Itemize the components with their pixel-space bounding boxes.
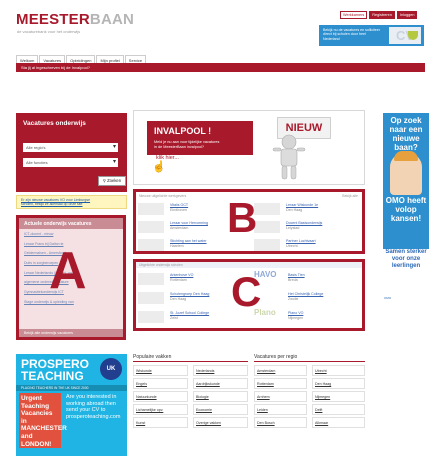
subject-link[interactable]: Natuurkunde <box>133 391 188 402</box>
cv-banner-text: Bekijk nu de vacatures en solliciteer di… <box>323 28 381 41</box>
subject-link[interactable]: Wiskunde <box>133 365 188 376</box>
subject-link[interactable]: Aardrijkskunde <box>193 378 248 389</box>
employers-view-all[interactable]: Bekijk alle <box>342 194 358 198</box>
subject-link[interactable]: Engels <box>133 378 188 389</box>
notice-box: Er zijn nieuwe vacatures VO voor Limburg… <box>16 195 127 209</box>
employer-card[interactable]: Vitalis OCT Eindhoven <box>138 201 208 219</box>
school-card[interactable]: Basis Tien Breda <box>288 271 358 289</box>
omo-ad-subline: Samen sterker voor onze leerlingen <box>385 249 427 269</box>
school-card[interactable]: Het Christelijk College Zwolle <box>288 290 358 308</box>
prospero-cta: Are you interested in working abroad the… <box>66 394 121 420</box>
vacancies-header: Actuele onderwijs vacatures <box>19 218 123 229</box>
employer-card[interactable]: Partner Luchtvaart Utrecht <box>254 237 324 255</box>
notice-text[interactable]: Sta jij al ingeschreven bij de Invalpool… <box>21 65 90 70</box>
invalpool-text: Meld je nu aan voor tijdelijke vacatures… <box>154 140 220 149</box>
toplink-inloggen[interactable]: Inloggen <box>396 11 418 19</box>
school-logo <box>138 273 164 285</box>
invalpool-banner[interactable]: INVALPOOL ! Meld je nu aan voor tijdelij… <box>133 110 365 185</box>
region-label-b: B <box>227 194 258 241</box>
school-card[interactable]: Arkenhove VO Rotterdam <box>138 271 208 289</box>
prospero-ad[interactable]: PROSPERO TEACHING UK PLACING TEACHERS IN… <box>16 354 127 456</box>
school-card[interactable]: Scholengroep Den Haag Den Haag <box>138 290 209 308</box>
all-vacancies-link[interactable]: Bekijk alle onderwijs vacatures <box>19 329 123 337</box>
region-link[interactable]: Den Haag <box>312 378 365 389</box>
subject-link[interactable]: Economie <box>193 404 248 415</box>
notice-link[interactable]: Er zijn nieuwe vacatures VO voor Limburg… <box>21 198 90 207</box>
employer-logo <box>254 239 280 251</box>
region-link[interactable]: Arnhem <box>254 391 307 402</box>
list-item[interactable]: Stage onderwijs & opleiding van <box>24 300 75 310</box>
prospero-tagline: PLACING TEACHERS IN THE UK SINCE 2000 <box>16 385 127 391</box>
urgent-text: Urgent Teaching Vacancies in MANCHESTER … <box>19 393 67 448</box>
figure-illustration <box>272 134 306 180</box>
site-logo[interactable]: MEESTERBAAN <box>16 12 134 27</box>
omo-ad-footer: OMO <box>384 296 392 300</box>
invalpool-box: INVALPOOL ! Meld je nu aan voor tijdelij… <box>147 121 253 155</box>
uk-badge: UK <box>100 358 122 380</box>
teaching-title: TEACHING <box>21 369 84 383</box>
region-link[interactable]: Alkmaar <box>312 417 365 428</box>
employer-logo <box>254 203 280 215</box>
subject-link[interactable]: Overige vakken <box>193 417 248 428</box>
vacancies-by-region: Vacatures per regio Amsterdam Utrecht Ro… <box>254 354 365 428</box>
search-panel: Vacatures onderwijs Alle regio's ▾ Alle f… <box>16 113 127 192</box>
toplink-werkkamers[interactable]: Werkkamers <box>340 11 368 19</box>
vacancies-title: Actuele onderwijs vacatures <box>24 221 92 227</box>
boy-photo <box>390 151 422 195</box>
school-card[interactable]: St. Jozef School College Zeist <box>138 309 209 327</box>
employers-header: Nieuwe uitgelichte werkgevers <box>139 194 187 198</box>
region-label-a: A <box>49 242 87 300</box>
region-link[interactable]: Nijmegen <box>312 391 365 402</box>
region-select[interactable]: Alle regio's ▾ <box>23 143 118 152</box>
site-tagline: de vacaturebank voor het onderwijs <box>17 29 81 34</box>
school-logo <box>138 311 164 323</box>
region-link[interactable]: Delft <box>312 404 365 415</box>
regions-title: Vacatures per regio <box>254 354 365 362</box>
employer-logo <box>138 203 164 215</box>
school-logo <box>138 292 164 304</box>
employer-logo <box>138 221 164 233</box>
popular-subjects: Populaire vakken Wiskunde Nederlands Eng… <box>133 354 248 428</box>
function-select[interactable]: Alle functies ▾ <box>23 158 118 167</box>
cv-logo-mark <box>408 31 418 40</box>
omo-ad[interactable]: Op zoek naar een nieuwe baan? OMO heeft … <box>383 113 429 249</box>
omo-ad-slogan: OMO heeft volop kansen! <box>385 196 427 223</box>
school-card[interactable]: Plano VO Nijmegen <box>288 309 358 327</box>
region-link[interactable]: Utrecht <box>312 365 365 376</box>
omo-ad-headline: Op zoek naar een nieuwe baan? <box>389 116 423 152</box>
chevron-down-icon: ▾ <box>112 159 116 165</box>
top-links: Werkkamers Registreren Inloggen <box>340 11 418 19</box>
region-link[interactable]: Rotterdam <box>254 378 307 389</box>
logo-part1: MEESTER <box>16 11 90 28</box>
employer-logo <box>254 221 280 233</box>
employer-card[interactable]: Stichting aan het water Haarlem <box>138 237 208 255</box>
popular-title: Populaire vakken <box>133 354 248 362</box>
search-title: Vacatures onderwijs <box>23 120 86 127</box>
notice-bar: Sta jij al ingeschreven bij de Invalpool… <box>16 63 425 72</box>
invalpool-title: INVALPOOL ! <box>154 126 212 136</box>
subject-link[interactable]: Nederlands <box>193 365 248 376</box>
list-item[interactable]: ICT-docent - nieuw <box>24 232 75 242</box>
employer-logo <box>138 239 164 251</box>
cv-logo: CV <box>389 27 421 44</box>
region-link[interactable]: Amsterdam <box>254 365 307 376</box>
subject-link[interactable]: Biologie <box>193 391 248 402</box>
logo-part2: BAAN <box>89 11 135 28</box>
pointer-hand-icon: ☝ <box>152 161 166 173</box>
subject-link[interactable]: Lichamelijke opv. <box>133 404 188 415</box>
search-button[interactable]: ⚲ Zoeken <box>98 176 126 186</box>
region-label-c: C <box>231 268 262 315</box>
cv-banner[interactable]: Bekijk nu de vacatures en solliciteer di… <box>319 25 424 46</box>
subject-link[interactable]: Kunst <box>133 417 188 428</box>
employer-card[interactable]: Leraar Wiskunde 1e Den Haag <box>254 201 324 219</box>
employer-card[interactable]: Docent Basisonderwijs Lelystad <box>254 219 324 237</box>
region-link[interactable]: Den Bosch <box>254 417 307 428</box>
toplink-registreren[interactable]: Registreren <box>369 11 395 19</box>
region-link[interactable]: Leiden <box>254 404 307 415</box>
employer-card[interactable]: Leraar voor Hervorming Amsterdam <box>138 219 208 237</box>
chevron-down-icon: ▾ <box>112 144 116 150</box>
